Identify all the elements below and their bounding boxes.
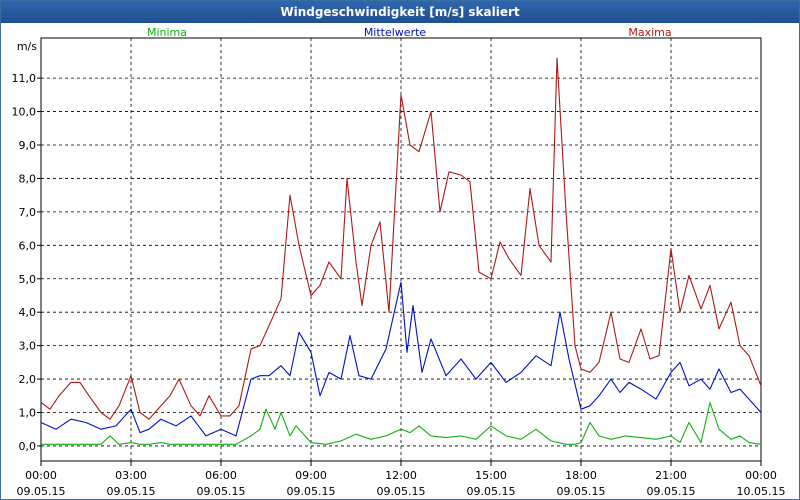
x-tick-time-label: 00:00 <box>745 469 777 482</box>
y-tick-label: 8,0 <box>19 172 37 185</box>
x-tick-time-label: 12:00 <box>385 469 417 482</box>
y-tick-label: 7,0 <box>19 206 37 219</box>
x-tick-date-label: 10.05.15 <box>737 485 786 498</box>
x-tick-time-label: 06:00 <box>205 469 237 482</box>
x-tick-date-label: 09.05.15 <box>467 485 516 498</box>
y-tick-label: 10,0 <box>12 106 37 119</box>
x-tick-time-label: 03:00 <box>115 469 147 482</box>
x-tick-time-label: 18:00 <box>565 469 597 482</box>
x-tick-date-label: 09.05.15 <box>377 485 426 498</box>
y-tick-label: 2,0 <box>19 373 37 386</box>
x-tick-time-label: 00:00 <box>25 469 57 482</box>
legend-item-mittelwerte: Mittelwerte <box>364 26 427 39</box>
x-tick-date-label: 09.05.15 <box>647 485 696 498</box>
x-tick-time-label: 21:00 <box>655 469 687 482</box>
legend-item-minima: Minima <box>147 26 187 39</box>
x-tick-time-label: 09:00 <box>295 469 327 482</box>
y-axis-label: m/s <box>17 40 37 53</box>
y-tick-label: 0,0 <box>19 440 37 453</box>
x-tick-date-label: 09.05.15 <box>197 485 246 498</box>
y-tick-label: 4,0 <box>19 306 37 319</box>
chart-window: Windgeschwindigkeit [m/s] skaliert 0,0 1,… <box>0 0 800 500</box>
x-tick-date-label: 09.05.15 <box>107 485 156 498</box>
y-tick-label: 5,0 <box>19 273 37 286</box>
y-tick-label: 6,0 <box>19 239 37 252</box>
x-tick-date-label: 09.05.15 <box>557 485 606 498</box>
legend-item-maxima: Maxima <box>628 26 671 39</box>
y-tick-label: 3,0 <box>19 340 37 353</box>
y-tick-label: 9,0 <box>19 139 37 152</box>
x-tick-date-label: 09.05.15 <box>287 485 336 498</box>
x-tick-time-label: 15:00 <box>475 469 507 482</box>
y-tick-label: 1,0 <box>19 407 37 420</box>
wind-speed-chart: 0,0 1,0 2,0 3,0 4,0 5,0 6,0 7,0 8,0 9,0 10,0 11,0 00… <box>12 26 786 498</box>
y-tick-label: 11,0 <box>12 72 37 85</box>
x-tick-date-label: 09.05.15 <box>17 485 66 498</box>
